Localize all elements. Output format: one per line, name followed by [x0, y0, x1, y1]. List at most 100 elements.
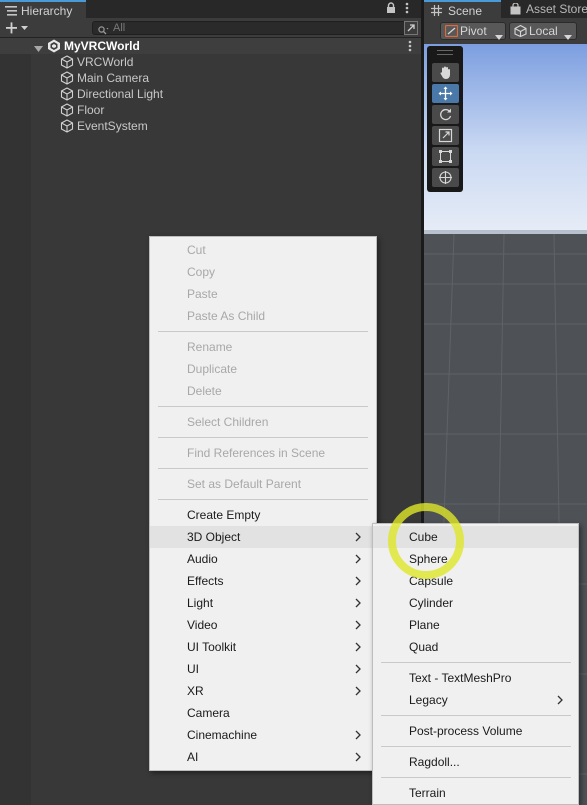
menu-item-capsule[interactable]: Capsule [373, 570, 578, 592]
create-dropdown-button[interactable] [4, 20, 34, 36]
scene-options-icon[interactable] [408, 40, 412, 55]
menu-item-set-default-parent[interactable]: Set as Default Parent [150, 473, 376, 495]
menu-item-copy[interactable]: Copy [150, 261, 376, 283]
menu-item-light[interactable]: Light [150, 592, 376, 614]
menu-separator [381, 662, 571, 663]
menu-separator [381, 715, 571, 716]
hierarchy-item-directional-light[interactable]: Directional Light [0, 86, 424, 102]
pivot-label: Pivot [460, 24, 487, 38]
menu-item-create-empty[interactable]: Create Empty [150, 504, 376, 526]
search-icon [98, 24, 109, 38]
menu-separator [158, 468, 368, 469]
menu-separator [381, 746, 571, 747]
transform-tool-button[interactable] [432, 168, 459, 187]
tab-scene[interactable]: Scene [424, 0, 501, 18]
submenu-arrow-icon [355, 597, 361, 611]
list-item-label: EventSystem [77, 119, 148, 133]
rotate-tool-button[interactable] [432, 105, 459, 124]
hierarchy-item-main-camera[interactable]: Main Camera [0, 70, 424, 86]
pivot-dropdown[interactable]: Pivot [440, 22, 506, 40]
menu-item-paste[interactable]: Paste [150, 283, 376, 305]
plus-icon [6, 22, 17, 34]
rect-tool-button[interactable] [432, 147, 459, 166]
menu-separator [158, 406, 368, 407]
menu-item-xr[interactable]: XR [150, 680, 376, 702]
transform-tool-palette [427, 46, 463, 192]
tab-hierarchy[interactable]: Hierarchy [0, 0, 86, 18]
menu-item-cylinder[interactable]: Cylinder [373, 592, 578, 614]
lock-icon[interactable] [386, 2, 396, 17]
menu-item-audio[interactable]: Audio [150, 548, 376, 570]
caret-down-icon [564, 29, 572, 43]
hierarchy-gutter [0, 38, 31, 805]
submenu-arrow-icon [557, 694, 563, 708]
menu-item-delete[interactable]: Delete [150, 380, 376, 402]
menu-item-ui-toolkit[interactable]: UI Toolkit [150, 636, 376, 658]
rect-icon [439, 150, 452, 163]
menu-separator [158, 499, 368, 500]
scale-tool-button[interactable] [432, 126, 459, 145]
submenu-arrow-icon [355, 641, 361, 655]
gameobject-cube-icon [60, 119, 74, 136]
list-item-label: VRCWorld [77, 55, 134, 69]
menu-item-ui[interactable]: UI [150, 658, 376, 680]
menu-item-ai[interactable]: AI [150, 746, 376, 768]
search-popout-icon[interactable] [404, 21, 418, 35]
list-icon [5, 5, 17, 19]
submenu-arrow-icon [355, 685, 361, 699]
submenu-arrow-icon [355, 663, 361, 677]
hand-icon [440, 66, 450, 80]
menu-item-plane[interactable]: Plane [373, 614, 578, 636]
menu-item-video[interactable]: Video [150, 614, 376, 636]
menu-item-text-textmeshpro[interactable]: Text - TextMeshPro [373, 667, 578, 689]
shopping-bag-icon [510, 2, 521, 18]
hierarchy-item-eventsystem[interactable]: EventSystem [0, 118, 424, 134]
search-placeholder: All [113, 22, 126, 34]
move-tool-button[interactable] [432, 84, 459, 103]
menu-item-quad[interactable]: Quad [373, 636, 578, 658]
hierarchy-search-input[interactable]: All [92, 21, 418, 35]
more-options-icon[interactable] [405, 2, 409, 17]
menu-item-post-process-volume[interactable]: Post-process Volume [373, 720, 578, 742]
menu-item-cinemachine[interactable]: Cinemachine [150, 724, 376, 746]
menu-item-effects[interactable]: Effects [150, 570, 376, 592]
menu-item-find-references[interactable]: Find References in Scene [150, 442, 376, 464]
menu-item-3d-object[interactable]: 3D Object [150, 526, 376, 548]
hierarchy-item-vrcworld[interactable]: VRCWorld [0, 54, 424, 70]
menu-item-legacy[interactable]: Legacy [373, 689, 578, 711]
list-item-label: Floor [77, 103, 105, 117]
menu-item-terrain[interactable]: Terrain [373, 782, 578, 804]
caret-down-icon [21, 26, 28, 30]
list-item-label: Directional Light [77, 87, 164, 101]
local-label: Local [529, 24, 558, 38]
hand-tool-button[interactable] [432, 63, 459, 82]
local-dropdown[interactable]: Local [509, 22, 577, 40]
rotate-icon [440, 108, 452, 121]
menu-separator [158, 331, 368, 332]
hierarchy-item-floor[interactable]: Floor [0, 102, 424, 118]
submenu-arrow-icon [355, 553, 361, 567]
tab-label: Asset Store [526, 2, 587, 16]
hierarchy-context-menu: Cut Copy Paste Paste As Child Rename Dup… [149, 236, 377, 771]
grid-hash-icon [431, 5, 442, 19]
menu-item-ragdoll[interactable]: Ragdoll... [373, 751, 578, 773]
local-space-icon [514, 24, 527, 40]
submenu-arrow-icon [355, 751, 361, 765]
transform-icon [439, 171, 452, 184]
pivot-icon [444, 24, 459, 40]
menu-item-rename[interactable]: Rename [150, 336, 376, 358]
scene-root-row[interactable]: MyVRCWorld [0, 38, 424, 54]
tab-label: Hierarchy [21, 4, 73, 18]
menu-item-camera[interactable]: Camera [150, 702, 376, 724]
caret-down-icon [495, 29, 503, 43]
list-item-label: Main Camera [77, 71, 150, 85]
scene-name: MyVRCWorld [64, 39, 140, 53]
menu-separator [158, 437, 368, 438]
menu-item-select-children[interactable]: Select Children [150, 411, 376, 433]
palette-drag-handle[interactable] [437, 50, 453, 55]
submenu-arrow-icon [355, 729, 361, 743]
menu-item-paste-as-child[interactable]: Paste As Child [150, 305, 376, 327]
menu-item-duplicate[interactable]: Duplicate [150, 358, 376, 380]
menu-item-cut[interactable]: Cut [150, 239, 376, 261]
tab-asset-store[interactable]: Asset Store [504, 0, 587, 18]
